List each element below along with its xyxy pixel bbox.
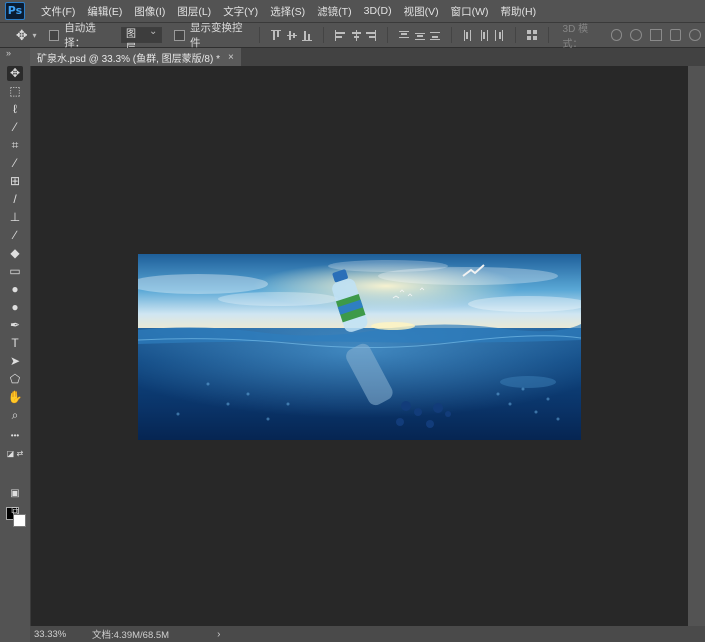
right-panel-edge	[688, 66, 705, 626]
menu-3d[interactable]: 3D(D)	[358, 5, 398, 17]
quick-mask-icon[interactable]: ▣	[7, 486, 23, 501]
photoshop-logo-icon: Ps	[5, 2, 25, 20]
menu-edit[interactable]: 编辑(E)	[81, 4, 128, 19]
menu-type[interactable]: 文字(Y)	[217, 4, 264, 19]
preset-dropdown-icon[interactable]: ▾	[32, 31, 36, 40]
3d-scale-icon[interactable]	[689, 29, 701, 41]
auto-select-label: 自动选择：	[64, 22, 96, 49]
menu-image[interactable]: 图像(I)	[128, 4, 171, 19]
clone-stamp-tool-icon[interactable]: ⊥	[7, 210, 23, 225]
marquee-tool-icon[interactable]: ⬚	[7, 84, 23, 99]
status-menu-arrow-icon[interactable]: ›	[217, 629, 220, 640]
options-bar: ✥ ▾ 自动选择： 图层 显示变换控件 3D 模式：	[0, 22, 705, 54]
zoom-field[interactable]: 33.33%	[30, 629, 78, 640]
menu-file[interactable]: 文件(F)	[35, 4, 81, 19]
divider	[450, 27, 452, 43]
show-transform-label: 显示变换控件	[190, 22, 243, 49]
3d-slide-icon[interactable]	[669, 29, 682, 41]
auto-select-checkbox[interactable]	[48, 29, 60, 41]
eyedropper-tool-icon[interactable]: ⁄	[7, 156, 23, 171]
magic-wand-tool-icon[interactable]: ⁄	[7, 120, 23, 135]
move-tool-preset-icon[interactable]: ✥	[14, 27, 29, 43]
pen-tool-icon[interactable]: ✒	[7, 318, 23, 333]
divider	[547, 27, 549, 43]
3d-roll-icon[interactable]	[630, 29, 642, 41]
align-top-icon[interactable]	[270, 29, 281, 41]
document-tab-title: 矿泉水.psd @ 33.3% (鱼群, 图层蒙版/8) *	[37, 53, 220, 65]
type-tool-icon[interactable]: T	[7, 336, 23, 351]
auto-select-target-dropdown[interactable]: 图层	[120, 25, 163, 54]
healing-brush-tool-icon[interactable]: ⊞	[7, 174, 23, 189]
distribute-top-icon[interactable]	[398, 30, 409, 41]
close-icon[interactable]: ×	[228, 52, 234, 63]
menu-layer[interactable]: 图层(L)	[171, 4, 217, 19]
auto-align-layers-icon[interactable]	[526, 29, 537, 41]
hand-tool-icon[interactable]: ✋	[7, 390, 23, 405]
screen-mode-icon[interactable]: ⧉	[7, 504, 23, 519]
divider	[386, 27, 388, 43]
distribute-bottom-icon[interactable]	[430, 30, 441, 41]
eraser-tool-icon[interactable]: ◆	[7, 246, 23, 261]
distribute-hcenter-icon[interactable]	[479, 29, 489, 41]
gradient-tool-icon[interactable]: ▭	[7, 264, 23, 279]
align-right-icon[interactable]	[366, 29, 377, 41]
distribute-right-icon[interactable]	[494, 29, 504, 41]
menu-select[interactable]: 选择(S)	[264, 4, 311, 19]
align-bottom-icon[interactable]	[302, 30, 313, 41]
distribute-left-icon[interactable]	[463, 29, 473, 41]
more-tools-icon[interactable]: •••	[7, 428, 23, 443]
menu-view[interactable]: 视图(V)	[398, 4, 445, 19]
3d-rotate-icon[interactable]	[610, 29, 623, 41]
crop-tool-icon[interactable]: ⌗	[7, 138, 23, 153]
document-tab-strip: 矿泉水.psd @ 33.3% (鱼群, 图层蒙版/8) * ×	[30, 48, 705, 66]
menu-help[interactable]: 帮助(H)	[495, 4, 543, 19]
path-selection-tool-icon[interactable]: ➤	[7, 354, 23, 369]
3d-pan-icon[interactable]	[649, 29, 662, 41]
menu-window[interactable]: 窗口(W)	[445, 4, 495, 19]
shape-tool-icon[interactable]: ⬠	[7, 372, 23, 387]
collapse-panel-icon[interactable]: »	[6, 48, 11, 58]
default-colors-icon[interactable]: ◪ ⇄	[5, 446, 25, 461]
canvas-image[interactable]	[138, 254, 581, 440]
history-brush-tool-icon[interactable]: ∕	[7, 228, 23, 243]
align-horizontal-center-icon[interactable]	[351, 29, 361, 41]
divider	[514, 27, 516, 43]
move-tool-icon[interactable]: ✥	[7, 66, 23, 81]
align-left-icon[interactable]	[334, 29, 345, 41]
menu-filter[interactable]: 滤镜(T)	[311, 4, 357, 19]
blur-tool-icon[interactable]: ●	[7, 282, 23, 297]
document-tab[interactable]: 矿泉水.psd @ 33.3% (鱼群, 图层蒙版/8) * ×	[30, 48, 241, 66]
align-vertical-center-icon[interactable]	[286, 30, 297, 41]
show-transform-checkbox[interactable]	[174, 29, 186, 41]
document-size-info[interactable]: 文档:4.39M/68.5M	[92, 627, 169, 641]
3d-mode-label: 3D 模式：	[562, 24, 589, 50]
brush-tool-icon[interactable]: /	[7, 192, 23, 207]
distribute-vcenter-icon[interactable]	[414, 30, 425, 41]
divider	[322, 27, 324, 43]
lasso-tool-icon[interactable]: ℓ	[7, 102, 23, 117]
dodge-tool-icon[interactable]: ●	[7, 300, 23, 315]
zoom-tool-icon[interactable]: ⌕	[7, 408, 23, 423]
tools-panel: » ✥ ⬚ ℓ ⁄ ⌗ ⁄ ⊞ / ⊥ ∕ ◆ ▭ ● ● ✒ T ➤ ⬠ ✋ …	[0, 48, 31, 642]
divider	[258, 27, 260, 43]
status-bar: 33.33% 文档:4.39M/68.5M ›	[30, 626, 705, 642]
